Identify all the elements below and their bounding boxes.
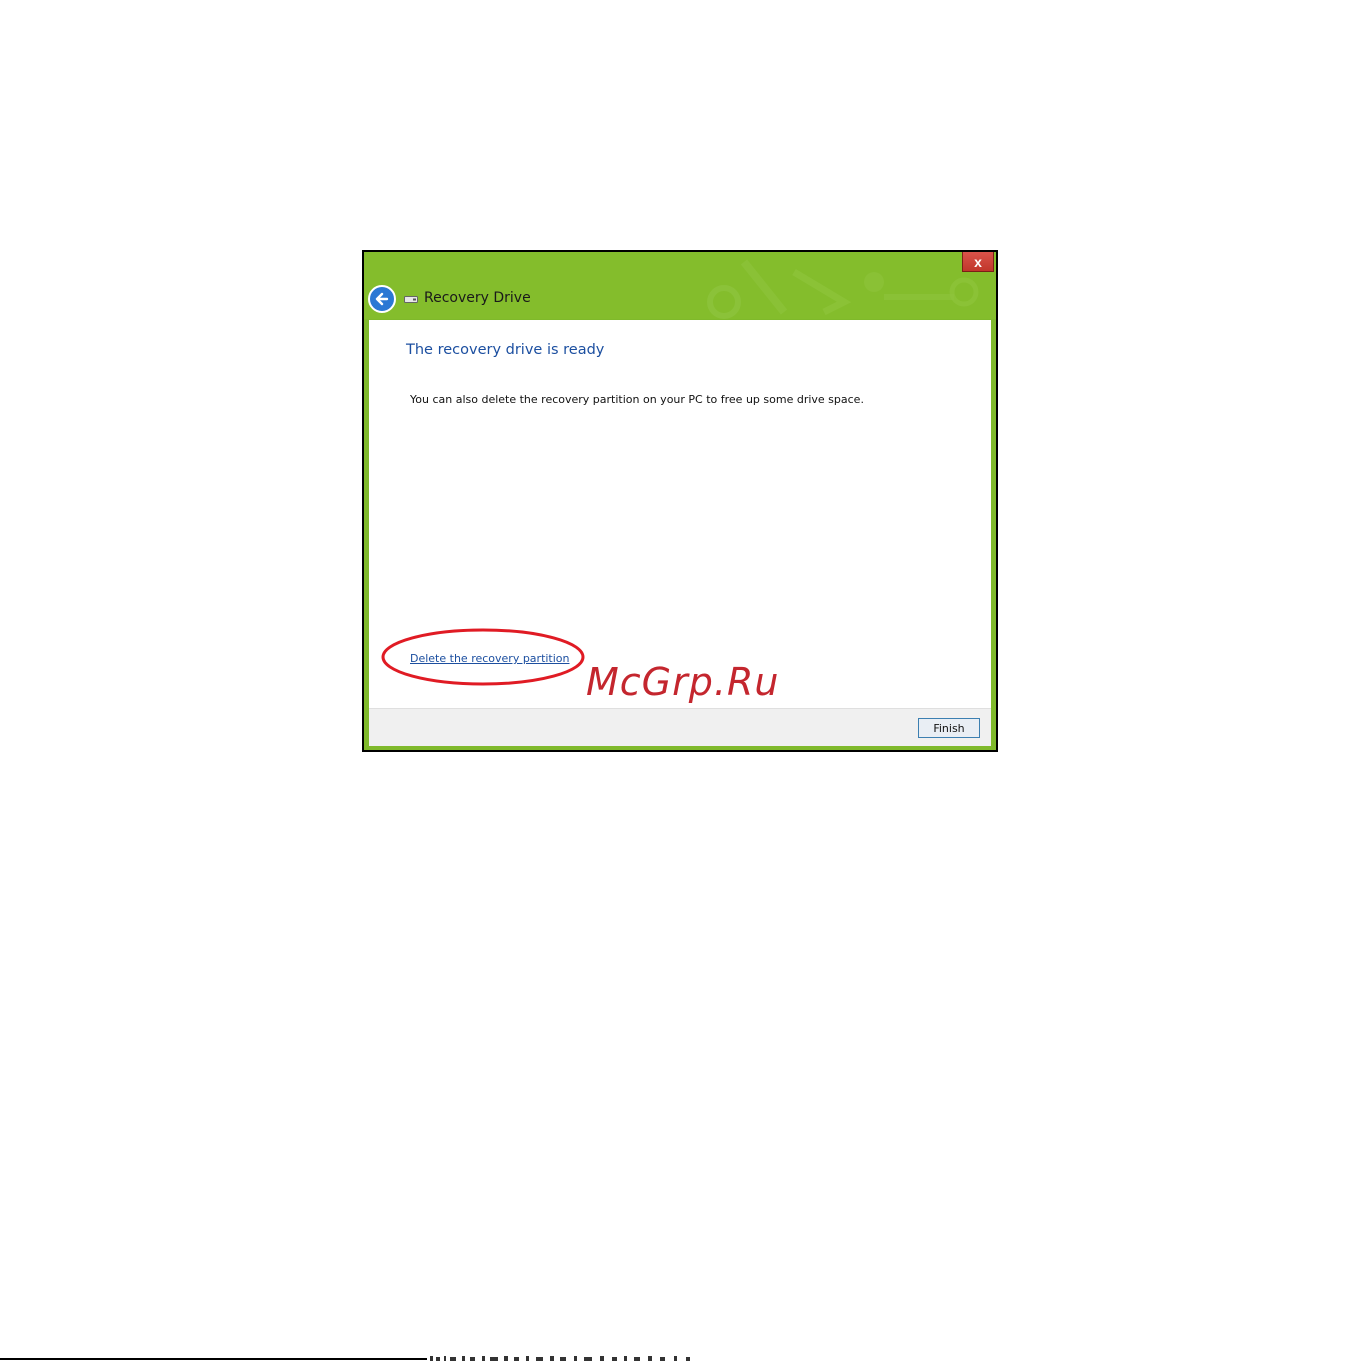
back-button[interactable]: [368, 285, 396, 313]
description-text: You can also delete the recovery partiti…: [410, 393, 864, 406]
page: x Recovery Drive The recovery drive is r…: [0, 0, 1361, 1361]
page-heading: The recovery drive is ready: [406, 342, 605, 358]
window-title: Recovery Drive: [424, 290, 531, 306]
highlight-ellipse: [381, 628, 585, 686]
finish-button[interactable]: Finish: [918, 718, 980, 738]
close-button[interactable]: x: [962, 252, 994, 272]
finish-button-label: Finish: [933, 721, 965, 735]
cropped-footer-text: [430, 1356, 690, 1361]
close-icon: x: [974, 253, 982, 270]
back-arrow-icon: [375, 292, 389, 306]
title-bar: x Recovery Drive: [364, 252, 996, 319]
watermark-text: McGrp.Ru: [586, 660, 780, 704]
titlebar-decoration: [707, 259, 979, 319]
bottom-rule: [0, 1358, 427, 1360]
drive-icon: [404, 296, 418, 303]
footer-bar: Finish: [369, 708, 991, 746]
